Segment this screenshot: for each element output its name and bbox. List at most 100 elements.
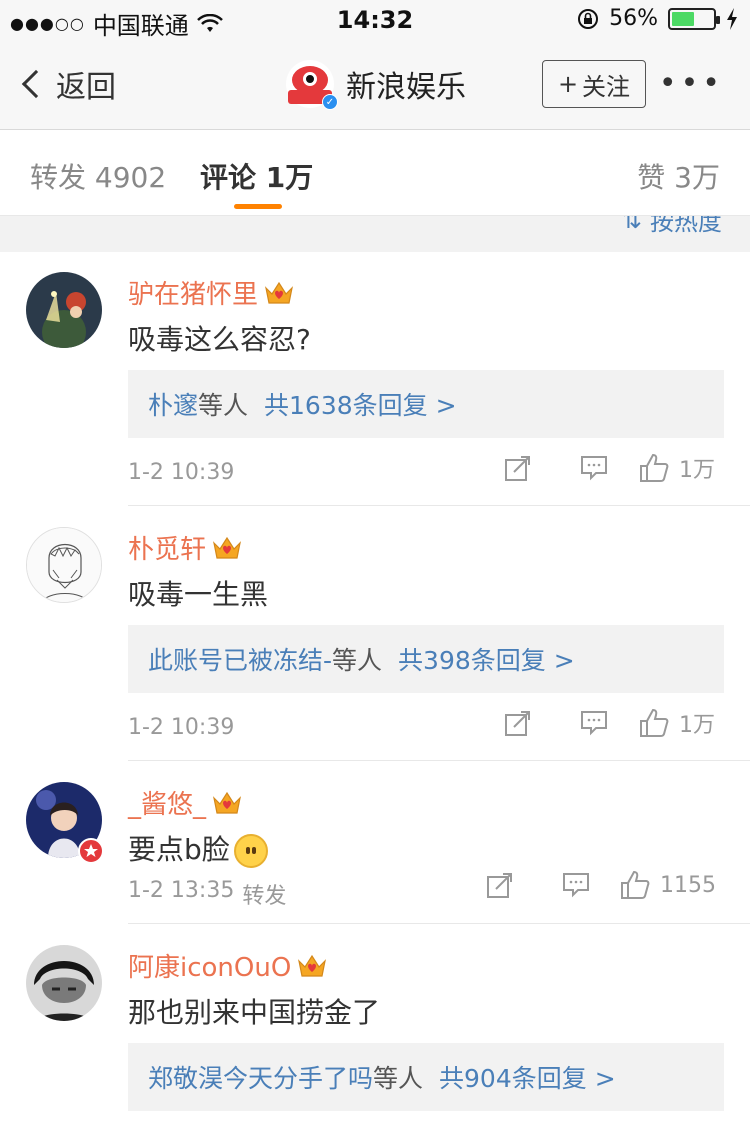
comment-item: 驴在猪怀里 吸毒这么容忍? 朴邃 等人 共1638条回复 > 1-2 10:39… <box>0 252 750 506</box>
reply-button[interactable] <box>556 455 632 481</box>
username-row: 驴在猪怀里 <box>128 274 294 311</box>
avatar[interactable] <box>26 527 102 603</box>
more-button[interactable]: ••• <box>659 66 724 101</box>
comment-item: 阿康iconOuO 那也别来中国捞金了 郑敬淏今天分手了吗 等人 共904条回复… <box>0 925 750 1123</box>
sort-label: 按热度 <box>650 216 722 236</box>
status-bar: ●●●○○ 中国联通 14:32 56% <box>0 0 750 40</box>
tab-like[interactable]: 赞 3万 <box>637 156 720 196</box>
page-title: 新浪娱乐 <box>346 70 466 105</box>
comment-icon <box>563 873 589 898</box>
username[interactable]: 驴在猪怀里 <box>128 274 258 311</box>
reply-users[interactable]: 朴邃 <box>148 386 198 422</box>
divider <box>128 923 750 924</box>
like-button[interactable]: 1155 <box>614 870 722 900</box>
comment-text: 那也别来中国捞金了 <box>128 996 381 1029</box>
thumbs-up-icon <box>640 708 669 737</box>
comment-time: 1-2 10:39 <box>128 715 235 740</box>
back-button[interactable]: 返回 <box>20 62 116 106</box>
comment-meta: 1-2 10:39 <box>128 460 234 485</box>
plus-icon: + <box>557 70 579 98</box>
repost-tag: 转发 <box>242 884 287 909</box>
username-row: _酱悠_ <box>128 784 242 821</box>
repost-icon <box>487 873 512 898</box>
back-label: 返回 <box>56 70 116 105</box>
comment-time: 1-2 10:39 <box>128 460 235 485</box>
comment-actions: 1万 <box>480 707 722 739</box>
thumbs-up-icon <box>621 870 650 899</box>
charging-icon <box>727 7 737 30</box>
comment-meta: 1-2 13:35 转发 <box>128 878 286 910</box>
repost-button[interactable] <box>462 871 538 899</box>
avatar[interactable] <box>26 945 102 1021</box>
repost-button[interactable] <box>480 709 556 737</box>
like-count: 1万 <box>679 713 715 738</box>
repost-icon <box>505 456 530 481</box>
reply-users[interactable]: 郑敬淏今天分手了吗 <box>148 1059 373 1095</box>
smile-emoji-icon <box>233 834 268 868</box>
reply-summary[interactable]: 此账号已被冻结- 等人 共398条回复 > <box>128 625 724 693</box>
comment-text: 吸毒一生黑 <box>128 578 269 611</box>
username[interactable]: 阿康iconOuO <box>128 947 291 984</box>
divider <box>128 505 750 506</box>
rotation-lock-icon <box>578 8 599 29</box>
thumbs-up-icon <box>640 453 669 482</box>
comment-actions: 1155 <box>462 870 722 900</box>
comment-text-content: 要点b脸 <box>128 833 230 866</box>
reply-suffix: 等人 <box>198 391 249 420</box>
reply-summary[interactable]: 郑敬淏今天分手了吗 等人 共904条回复 > <box>128 1043 724 1111</box>
username-row: 朴觅轩 <box>128 529 242 566</box>
vip-crown-icon <box>265 281 293 304</box>
reply-suffix: 等人 <box>332 646 383 675</box>
vip-crown-icon <box>298 954 327 977</box>
reply-count-link[interactable]: 共398条回复 > <box>398 641 575 677</box>
active-tab-indicator <box>234 204 282 209</box>
comment-icon <box>581 456 607 481</box>
reply-users[interactable]: 此账号已被冻结- <box>148 641 332 677</box>
chevron-left-icon <box>21 69 51 99</box>
avatar-image <box>26 272 102 348</box>
brand-logo: ✓ <box>286 60 338 110</box>
follow-button[interactable]: + 关注 <box>542 60 646 108</box>
reply-suffix: 等人 <box>373 1064 424 1093</box>
sort-strip: ⇅ 按热度 <box>0 216 750 252</box>
sort-icon: ⇅ <box>621 216 642 234</box>
repost-button[interactable] <box>480 454 556 482</box>
status-right: 56% <box>577 6 738 31</box>
like-button[interactable]: 1万 <box>632 707 722 739</box>
tab-comment[interactable]: 评论 1万 <box>200 156 313 196</box>
comment-text: 要点b脸 <box>128 828 268 868</box>
avatar[interactable] <box>26 272 102 348</box>
like-button[interactable]: 1万 <box>632 452 722 484</box>
battery-icon <box>668 7 720 30</box>
comment-time: 1-2 13:35 <box>128 878 235 903</box>
username[interactable]: _酱悠_ <box>128 784 206 821</box>
tab-bar: 转发 4902 评论 1万 赞 3万 <box>0 130 750 216</box>
comment-actions: 1万 <box>480 452 722 484</box>
comment-meta: 1-2 10:39 <box>128 715 234 740</box>
like-count: 1155 <box>660 872 716 898</box>
brand-logo-pupil <box>303 72 317 86</box>
username[interactable]: 朴觅轩 <box>128 529 206 566</box>
comment-item: _酱悠_ 要点b脸 1-2 13:35 转发 1155 <box>0 762 750 924</box>
reply-summary[interactable]: 朴邃 等人 共1638条回复 > <box>128 370 724 438</box>
vip-crown-icon <box>213 536 241 559</box>
repost-icon <box>505 711 530 736</box>
comment-item: 朴觅轩 吸毒一生黑 此账号已被冻结- 等人 共398条回复 > 1-2 10:3… <box>0 507 750 761</box>
reply-count-link[interactable]: 共904条回复 > <box>439 1059 616 1095</box>
verified-badge-icon: ✓ <box>322 94 338 110</box>
avatar-image <box>26 945 102 1021</box>
comment-text: 吸毒这么容忍? <box>128 323 311 356</box>
avatar-image <box>27 528 101 602</box>
badge-icon <box>78 838 104 864</box>
battery-level-fill <box>672 11 695 26</box>
follow-label: 关注 <box>582 72 631 101</box>
nav-bar: 返回 ✓ 新浪娱乐 + 关注 ••• <box>0 40 750 130</box>
reply-button[interactable] <box>556 710 632 736</box>
divider <box>128 760 750 761</box>
reply-count-link[interactable]: 共1638条回复 > <box>264 386 457 422</box>
nav-title-group: ✓ 新浪娱乐 <box>286 60 466 110</box>
sort-button[interactable]: ⇅ 按热度 <box>622 216 722 237</box>
reply-button[interactable] <box>538 872 614 898</box>
like-count: 1万 <box>679 458 715 483</box>
tab-repost[interactable]: 转发 4902 <box>30 156 166 196</box>
